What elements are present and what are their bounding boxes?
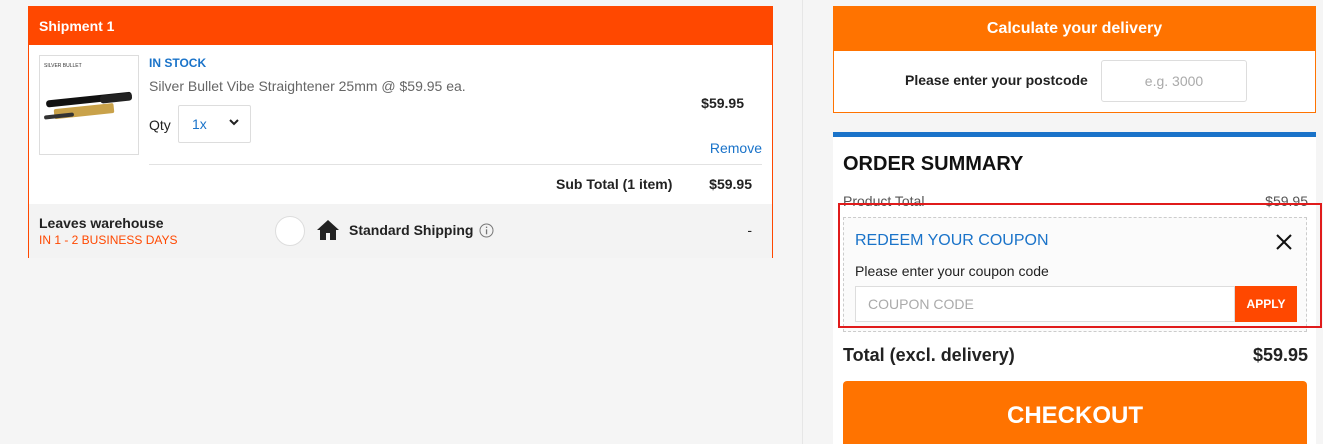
product-image-brand: SILVER BULLET: [44, 63, 82, 69]
order-summary: ORDER SUMMARY Product Total $59.95 REDEE…: [833, 132, 1316, 444]
product-name[interactable]: Silver Bullet Vibe Straightener 25mm @ $…: [149, 78, 466, 94]
item-price: $59.95: [701, 95, 744, 111]
product-total-label: Product Total: [843, 193, 925, 209]
shipping-cost: -: [747, 222, 752, 238]
qty-select[interactable]: 1x: [178, 105, 251, 143]
checkout-button[interactable]: CHECKOUT: [843, 381, 1307, 444]
home-icon: [317, 220, 339, 240]
total-label: Total (excl. delivery): [843, 345, 1015, 365]
coupon-panel: REDEEM YOUR COUPON Please enter your cou…: [843, 217, 1307, 332]
shipment-card: Shipment 1 SILVER BULLET IN STOCK Silver…: [28, 6, 773, 258]
close-icon[interactable]: [1274, 232, 1294, 252]
coupon-input[interactable]: [855, 286, 1235, 322]
product-image[interactable]: SILVER BULLET: [39, 55, 139, 155]
shipping-method-label: Standard Shipping: [349, 222, 474, 238]
postcode-input[interactable]: [1101, 60, 1247, 102]
product-total-value: $59.95: [1265, 193, 1308, 209]
stock-status: IN STOCK: [149, 56, 207, 70]
subtotal-value: $59.95: [709, 176, 752, 192]
coupon-title[interactable]: REDEEM YOUR COUPON: [855, 232, 1049, 250]
apply-button[interactable]: APPLY: [1235, 286, 1297, 322]
delivery-calculator: Calculate your delivery Please enter you…: [833, 6, 1316, 113]
warehouse-label: Leaves warehouse: [39, 215, 164, 231]
column-separator: [802, 0, 803, 444]
postcode-label: Please enter your postcode: [905, 72, 1088, 88]
qty-label: Qty: [149, 117, 171, 133]
chevron-down-icon: [229, 119, 239, 126]
coupon-label: Please enter your coupon code: [855, 263, 1049, 279]
delivery-title: Calculate your delivery: [834, 7, 1315, 51]
shipping-radio[interactable]: [275, 216, 305, 246]
total-value: $59.95: [1252, 345, 1308, 365]
shipping-option-row: Leaves warehouse IN 1 - 2 BUSINESS DAYS …: [29, 204, 772, 258]
remove-link[interactable]: Remove: [710, 140, 762, 156]
shipment-title: Shipment 1: [29, 7, 772, 45]
qty-value: 1x: [192, 116, 207, 132]
shipping-eta: IN 1 - 2 BUSINESS DAYS: [39, 233, 178, 247]
summary-title: ORDER SUMMARY: [843, 153, 1024, 175]
subtotal-label: Sub Total (1 item): [556, 176, 673, 192]
divider: [149, 164, 762, 165]
info-icon[interactable]: [479, 223, 494, 238]
